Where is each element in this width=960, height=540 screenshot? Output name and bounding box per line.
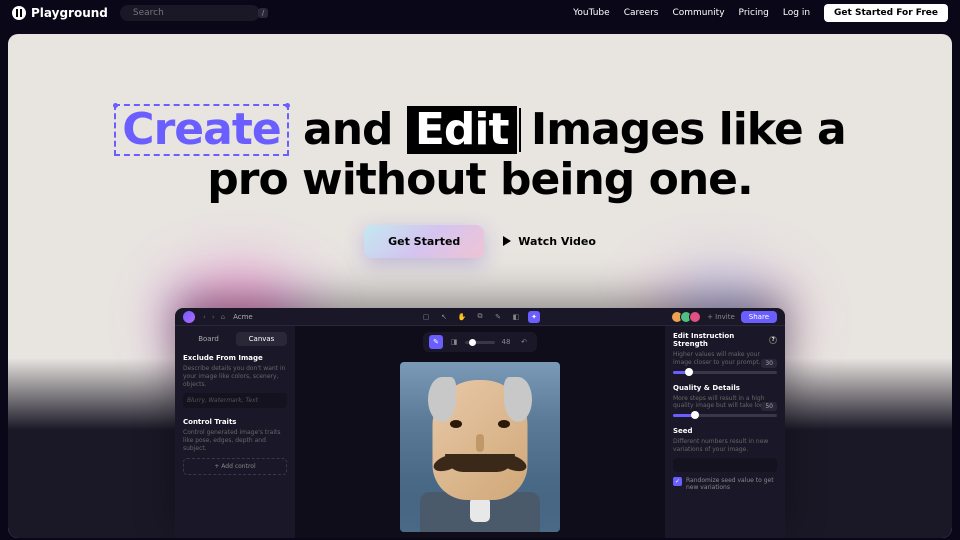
hero-section: Create and Edit Images like apro without… <box>8 34 952 538</box>
strength-value: 30 <box>761 359 777 368</box>
headline-edit: Edit <box>407 106 517 154</box>
nav-pricing[interactable]: Pricing <box>739 8 769 18</box>
strength-title: Edit Instruction Strength? <box>673 332 777 348</box>
add-control-button[interactable]: + Add control <box>183 458 287 475</box>
canvas-area: ✎ ◨ 48 ↶ <box>295 326 665 538</box>
search-input[interactable] <box>133 8 253 18</box>
info-icon[interactable]: ? <box>769 336 777 344</box>
hero-buttons: Get Started Watch Video <box>8 225 952 258</box>
search-shortcut: / <box>258 8 268 18</box>
exclude-desc: Describe details you don't want in your … <box>183 365 287 388</box>
app-toolbar: ▢ ↖ ✋ ⧉ ✎ ◧ ✦ <box>420 311 540 323</box>
headline-and: and <box>289 104 407 155</box>
app-nav-icons: ‹ › ⌂ <box>203 313 225 321</box>
tool-erase-icon[interactable]: ◧ <box>510 311 522 323</box>
portrait-hair-right <box>504 377 532 422</box>
tab-board[interactable]: Board <box>183 332 234 346</box>
tool-cursor-icon[interactable]: ↖ <box>438 311 450 323</box>
brand-logo[interactable]: Playground <box>12 6 108 20</box>
canvas-image[interactable] <box>400 362 560 532</box>
tab-canvas[interactable]: Canvas <box>236 332 287 346</box>
app-topbar: ‹ › ⌂ Acme ▢ ↖ ✋ ⧉ ✎ ◧ ✦ + Invite <box>175 308 785 326</box>
watch-video-button[interactable]: Watch Video <box>502 235 596 248</box>
headline-rest2: pro without being one. <box>207 154 752 205</box>
share-button[interactable]: Share <box>741 311 777 323</box>
get-started-free-button[interactable]: Get Started For Free <box>824 4 948 22</box>
app-body: Board Canvas Exclude From Image Describe… <box>175 326 785 538</box>
randomize-checkbox[interactable]: ✓ Randomize seed value to get new variat… <box>673 477 777 491</box>
eraser-icon[interactable]: ◨ <box>447 335 461 349</box>
forward-icon[interactable]: › <box>212 313 215 321</box>
portrait-eyes <box>450 420 510 428</box>
logo-icon <box>12 6 26 20</box>
app-title: Acme <box>233 313 253 321</box>
seed-input[interactable] <box>673 458 777 472</box>
tool-crop-icon[interactable]: ⧉ <box>474 311 486 323</box>
left-panel: Board Canvas Exclude From Image Describe… <box>175 326 295 538</box>
search-box[interactable]: / <box>120 5 260 21</box>
brush-icon[interactable]: ✎ <box>429 335 443 349</box>
tool-magic-icon[interactable]: ✦ <box>528 311 540 323</box>
nav-youtube[interactable]: YouTube <box>573 8 610 18</box>
checkbox-icon: ✓ <box>673 477 682 486</box>
panel-tabs: Board Canvas <box>183 332 287 346</box>
headline-create: Create <box>114 104 288 156</box>
app-screenshot: ‹ › ⌂ Acme ▢ ↖ ✋ ⧉ ✎ ◧ ✦ + Invite <box>175 308 785 538</box>
invite-button[interactable]: + Invite <box>707 313 735 321</box>
quality-value: 50 <box>761 402 777 411</box>
brush-size-value: 48 <box>499 335 513 349</box>
portrait-mustache <box>445 454 515 472</box>
tool-hand-icon[interactable]: ✋ <box>456 311 468 323</box>
nav-links: YouTube Careers Community Pricing Log in… <box>573 4 948 22</box>
canvas-tools: ✎ ◨ 48 ↶ <box>423 332 537 352</box>
app-topbar-right: + Invite Share <box>674 311 777 323</box>
exclude-input[interactable]: Blurry, Watermark, Text <box>183 393 287 408</box>
tool-frame-icon[interactable]: ▢ <box>420 311 432 323</box>
headline-rest1: Images like a <box>517 104 846 155</box>
exclude-title: Exclude From Image <box>183 354 287 362</box>
tool-pen-icon[interactable]: ✎ <box>492 311 504 323</box>
traits-desc: Control generated image's traits like po… <box>183 429 287 452</box>
seed-title: Seed <box>673 427 777 435</box>
portrait-nose <box>476 434 484 452</box>
back-icon[interactable]: ‹ <box>203 313 206 321</box>
quality-slider[interactable]: 50 <box>673 414 777 417</box>
app-logo-icon <box>183 311 195 323</box>
brush-size-slider[interactable] <box>465 341 495 344</box>
top-navigation: Playground / YouTube Careers Community P… <box>0 0 960 26</box>
undo-icon[interactable]: ↶ <box>517 335 531 349</box>
watch-video-label: Watch Video <box>518 235 596 248</box>
nav-login[interactable]: Log in <box>783 8 810 18</box>
nav-community[interactable]: Community <box>672 8 724 18</box>
headline: Create and Edit Images like apro without… <box>8 34 952 205</box>
home-icon[interactable]: ⌂ <box>221 313 225 321</box>
strength-slider[interactable]: 30 <box>673 371 777 374</box>
right-panel: Edit Instruction Strength? Higher values… <box>665 326 785 538</box>
nav-careers[interactable]: Careers <box>624 8 659 18</box>
traits-title: Control Traits <box>183 418 287 426</box>
quality-title: Quality & Details <box>673 384 777 392</box>
brand-text: Playground <box>31 6 108 20</box>
seed-desc: Different numbers result in new variatio… <box>673 438 777 454</box>
avatar-3 <box>689 311 701 323</box>
collaborator-avatars[interactable] <box>674 311 701 323</box>
get-started-button[interactable]: Get Started <box>364 225 484 258</box>
portrait-hair-left <box>428 377 456 422</box>
randomize-label: Randomize seed value to get new variatio… <box>686 477 777 491</box>
play-icon <box>502 236 512 246</box>
